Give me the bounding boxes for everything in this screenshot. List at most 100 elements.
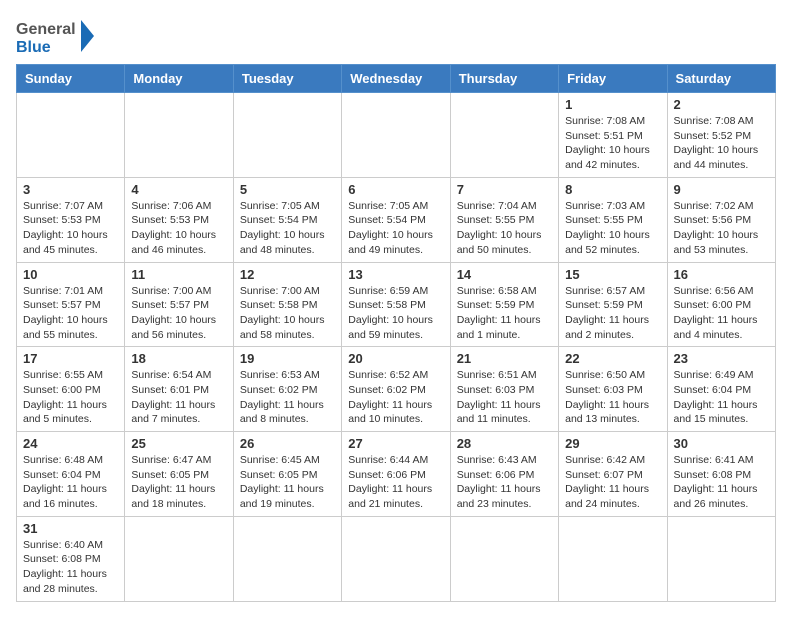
day-info: Sunrise: 6:55 AM Sunset: 6:00 PM Dayligh… bbox=[23, 368, 118, 427]
day-info: Sunrise: 6:47 AM Sunset: 6:05 PM Dayligh… bbox=[131, 453, 226, 512]
calendar-cell: 18Sunrise: 6:54 AM Sunset: 6:01 PM Dayli… bbox=[125, 347, 233, 432]
calendar-cell: 9 Sunrise: 7:02 AM Sunset: 5:56 PM Daylig… bbox=[667, 177, 775, 262]
calendar-cell: 31Sunrise: 6:40 AM Sunset: 6:08 PM Dayli… bbox=[17, 516, 125, 601]
day-number: 7 bbox=[457, 182, 552, 197]
day-number: 21 bbox=[457, 351, 552, 366]
calendar-table: SundayMondayTuesdayWednesdayThursdayFrid… bbox=[16, 64, 776, 602]
calendar-cell: 28 Sunrise: 6:43 AM Sunset: 6:06 PM Dayli… bbox=[450, 432, 558, 517]
day-number: 6 bbox=[348, 182, 443, 197]
calendar-cell: 17 Sunrise: 6:55 AM Sunset: 6:00 PM Dayli… bbox=[17, 347, 125, 432]
day-info: Sunrise: 6:50 AM Sunset: 6:03 PM Dayligh… bbox=[565, 368, 660, 427]
day-info: Sunrise: 7:04 AM Sunset: 5:55 PM Dayligh… bbox=[457, 199, 552, 258]
day-number: 19 bbox=[240, 351, 335, 366]
day-info: Sunrise: 7:00 AM Sunset: 5:57 PM Dayligh… bbox=[131, 284, 226, 343]
day-number: 29 bbox=[565, 436, 660, 451]
week-row-1: 3 Sunrise: 7:07 AM Sunset: 5:53 PM Daylig… bbox=[17, 177, 776, 262]
calendar-cell: 3 Sunrise: 7:07 AM Sunset: 5:53 PM Daylig… bbox=[17, 177, 125, 262]
calendar-cell: 15 Sunrise: 6:57 AM Sunset: 5:59 PM Dayli… bbox=[559, 262, 667, 347]
calendar-cell: 8 Sunrise: 7:03 AM Sunset: 5:55 PM Daylig… bbox=[559, 177, 667, 262]
svg-text:Blue: Blue bbox=[16, 39, 51, 56]
week-row-0: 1 Sunrise: 7:08 AM Sunset: 5:51 PM Daylig… bbox=[17, 93, 776, 178]
day-number: 17 bbox=[23, 351, 118, 366]
weekday-header-tuesday: Tuesday bbox=[233, 65, 341, 93]
day-info: Sunrise: 6:56 AM Sunset: 6:00 PM Dayligh… bbox=[674, 284, 769, 343]
day-info: Sunrise: 6:49 AM Sunset: 6:04 PM Dayligh… bbox=[674, 368, 769, 427]
calendar-cell: 14 Sunrise: 6:58 AM Sunset: 5:59 PM Dayli… bbox=[450, 262, 558, 347]
day-info: Sunrise: 7:08 AM Sunset: 5:51 PM Dayligh… bbox=[565, 114, 660, 173]
weekday-header-friday: Friday bbox=[559, 65, 667, 93]
day-number: 31 bbox=[23, 521, 118, 536]
day-number: 22 bbox=[565, 351, 660, 366]
day-number: 3 bbox=[23, 182, 118, 197]
svg-text:General: General bbox=[16, 21, 76, 38]
day-number: 27 bbox=[348, 436, 443, 451]
calendar-cell bbox=[125, 93, 233, 178]
calendar-cell: 16Sunrise: 6:56 AM Sunset: 6:00 PM Dayli… bbox=[667, 262, 775, 347]
day-info: Sunrise: 7:05 AM Sunset: 5:54 PM Dayligh… bbox=[240, 199, 335, 258]
calendar-cell bbox=[233, 516, 341, 601]
day-number: 30 bbox=[674, 436, 769, 451]
day-info: Sunrise: 6:54 AM Sunset: 6:01 PM Dayligh… bbox=[131, 368, 226, 427]
day-number: 4 bbox=[131, 182, 226, 197]
calendar-cell: 27 Sunrise: 6:44 AM Sunset: 6:06 PM Dayli… bbox=[342, 432, 450, 517]
calendar-cell: 20Sunrise: 6:52 AM Sunset: 6:02 PM Dayli… bbox=[342, 347, 450, 432]
day-info: Sunrise: 7:07 AM Sunset: 5:53 PM Dayligh… bbox=[23, 199, 118, 258]
day-number: 14 bbox=[457, 267, 552, 282]
day-info: Sunrise: 6:44 AM Sunset: 6:06 PM Dayligh… bbox=[348, 453, 443, 512]
weekday-header-monday: Monday bbox=[125, 65, 233, 93]
day-info: Sunrise: 6:58 AM Sunset: 5:59 PM Dayligh… bbox=[457, 284, 552, 343]
day-info: Sunrise: 7:03 AM Sunset: 5:55 PM Dayligh… bbox=[565, 199, 660, 258]
day-info: Sunrise: 7:01 AM Sunset: 5:57 PM Dayligh… bbox=[23, 284, 118, 343]
day-info: Sunrise: 7:00 AM Sunset: 5:58 PM Dayligh… bbox=[240, 284, 335, 343]
day-number: 24 bbox=[23, 436, 118, 451]
calendar-cell bbox=[17, 93, 125, 178]
calendar-cell: 1 Sunrise: 7:08 AM Sunset: 5:51 PM Daylig… bbox=[559, 93, 667, 178]
day-number: 9 bbox=[674, 182, 769, 197]
calendar-cell: 25 Sunrise: 6:47 AM Sunset: 6:05 PM Dayli… bbox=[125, 432, 233, 517]
calendar-cell: 7 Sunrise: 7:04 AM Sunset: 5:55 PM Daylig… bbox=[450, 177, 558, 262]
day-info: Sunrise: 6:57 AM Sunset: 5:59 PM Dayligh… bbox=[565, 284, 660, 343]
calendar-cell: 2Sunrise: 7:08 AM Sunset: 5:52 PM Daylig… bbox=[667, 93, 775, 178]
calendar-cell: 12 Sunrise: 7:00 AM Sunset: 5:58 PM Dayli… bbox=[233, 262, 341, 347]
day-info: Sunrise: 6:42 AM Sunset: 6:07 PM Dayligh… bbox=[565, 453, 660, 512]
day-number: 13 bbox=[348, 267, 443, 282]
day-info: Sunrise: 6:41 AM Sunset: 6:08 PM Dayligh… bbox=[674, 453, 769, 512]
day-number: 28 bbox=[457, 436, 552, 451]
day-number: 8 bbox=[565, 182, 660, 197]
calendar-cell: 24 Sunrise: 6:48 AM Sunset: 6:04 PM Dayli… bbox=[17, 432, 125, 517]
day-info: Sunrise: 6:59 AM Sunset: 5:58 PM Dayligh… bbox=[348, 284, 443, 343]
day-number: 1 bbox=[565, 97, 660, 112]
day-info: Sunrise: 6:48 AM Sunset: 6:04 PM Dayligh… bbox=[23, 453, 118, 512]
day-info: Sunrise: 6:45 AM Sunset: 6:05 PM Dayligh… bbox=[240, 453, 335, 512]
day-info: Sunrise: 7:05 AM Sunset: 5:54 PM Dayligh… bbox=[348, 199, 443, 258]
calendar-cell: 19 Sunrise: 6:53 AM Sunset: 6:02 PM Dayli… bbox=[233, 347, 341, 432]
calendar-cell: 6 Sunrise: 7:05 AM Sunset: 5:54 PM Daylig… bbox=[342, 177, 450, 262]
day-info: Sunrise: 6:51 AM Sunset: 6:03 PM Dayligh… bbox=[457, 368, 552, 427]
logo-icon: GeneralBlue bbox=[16, 16, 96, 56]
day-number: 23 bbox=[674, 351, 769, 366]
calendar-cell: 13 Sunrise: 6:59 AM Sunset: 5:58 PM Dayli… bbox=[342, 262, 450, 347]
day-number: 5 bbox=[240, 182, 335, 197]
day-number: 15 bbox=[565, 267, 660, 282]
week-row-4: 24 Sunrise: 6:48 AM Sunset: 6:04 PM Dayli… bbox=[17, 432, 776, 517]
calendar-cell: 10 Sunrise: 7:01 AM Sunset: 5:57 PM Dayli… bbox=[17, 262, 125, 347]
day-number: 25 bbox=[131, 436, 226, 451]
day-number: 11 bbox=[131, 267, 226, 282]
calendar-cell: 5 Sunrise: 7:05 AM Sunset: 5:54 PM Daylig… bbox=[233, 177, 341, 262]
calendar-cell: 26Sunrise: 6:45 AM Sunset: 6:05 PM Dayli… bbox=[233, 432, 341, 517]
weekday-header-sunday: Sunday bbox=[17, 65, 125, 93]
logo: GeneralBlue bbox=[16, 16, 96, 56]
day-info: Sunrise: 6:53 AM Sunset: 6:02 PM Dayligh… bbox=[240, 368, 335, 427]
calendar-cell: 21 Sunrise: 6:51 AM Sunset: 6:03 PM Dayli… bbox=[450, 347, 558, 432]
weekday-header-saturday: Saturday bbox=[667, 65, 775, 93]
calendar-cell bbox=[667, 516, 775, 601]
day-number: 10 bbox=[23, 267, 118, 282]
day-info: Sunrise: 7:06 AM Sunset: 5:53 PM Dayligh… bbox=[131, 199, 226, 258]
day-number: 12 bbox=[240, 267, 335, 282]
day-info: Sunrise: 6:52 AM Sunset: 6:02 PM Dayligh… bbox=[348, 368, 443, 427]
week-row-2: 10 Sunrise: 7:01 AM Sunset: 5:57 PM Dayli… bbox=[17, 262, 776, 347]
day-info: Sunrise: 7:02 AM Sunset: 5:56 PM Dayligh… bbox=[674, 199, 769, 258]
calendar-cell bbox=[342, 93, 450, 178]
day-info: Sunrise: 6:43 AM Sunset: 6:06 PM Dayligh… bbox=[457, 453, 552, 512]
calendar-cell bbox=[450, 516, 558, 601]
